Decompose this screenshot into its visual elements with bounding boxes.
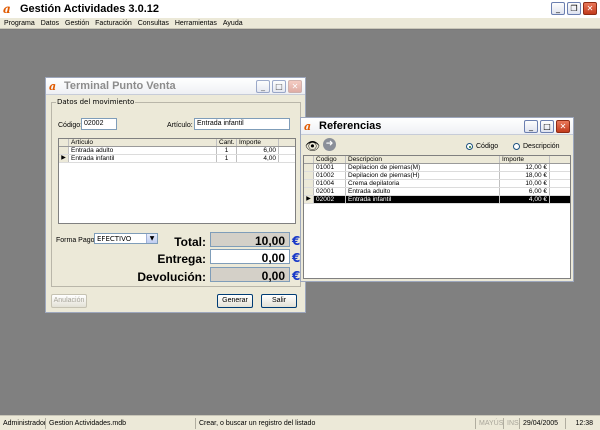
close-icon[interactable]: ✕ — [556, 120, 570, 133]
maximize-icon[interactable]: □ — [272, 80, 286, 93]
minimize-icon[interactable]: _ — [524, 120, 538, 133]
menu-ayuda[interactable]: Ayuda — [220, 20, 246, 27]
articulo-label: Artículo: — [167, 122, 193, 129]
total-label: Total: — [174, 235, 206, 249]
devolucion-label: Devolución: — [137, 270, 206, 284]
minimize-icon[interactable]: _ — [551, 2, 565, 15]
col-importe: Importe — [500, 156, 550, 163]
entrega-label: Entrega: — [157, 252, 206, 266]
col-articulo: Artículo — [69, 139, 217, 146]
referencias-window: a Referencias _ □ ✕ 👁 ➜ Código Descripci… — [300, 117, 574, 282]
col-cant: Cant. — [217, 139, 237, 146]
table-row[interactable]: 01004 Crema depilatoria 10,00 € — [304, 180, 570, 188]
salir-button[interactable]: Salir — [261, 294, 297, 308]
restore-icon[interactable]: ❐ — [567, 2, 581, 15]
devolucion-value: 0,00 — [210, 267, 290, 283]
forma-pago-value: EFECTIVO — [97, 235, 132, 243]
maximize-icon[interactable]: □ — [540, 120, 554, 133]
radio-descripcion-label: Descripción — [523, 143, 560, 150]
status-date: 29/04/2005 — [520, 417, 566, 429]
table-row[interactable]: 01002 Depilacion de piernas(H) 18,00 € — [304, 172, 570, 180]
referencias-logo-icon: a — [304, 119, 312, 133]
radio-descripcion-dot[interactable] — [513, 143, 520, 150]
app-title: Gestión Actividades 3.0.12 — [20, 3, 159, 15]
col-importe: Importe — [237, 139, 279, 146]
app-title-bar: a Gestión Actividades 3.0.12 _ ❐ ✕ — [0, 0, 600, 18]
menu-facturacion[interactable]: Facturación — [92, 20, 135, 27]
table-row[interactable]: 01001 Depilacion de piernas(M) 12,00 € — [304, 164, 570, 172]
status-user: Administrador — [0, 417, 46, 429]
forma-pago-select[interactable]: EFECTIVO ▼ — [94, 233, 158, 244]
menu-bar: Programa Datos Gestión Facturación Consu… — [0, 18, 600, 29]
row-pointer-icon: ▶ — [304, 196, 314, 203]
codigo-input[interactable]: 02002 — [81, 118, 117, 130]
status-bar: Administrador Gestion Actividades.mdb Cr… — [0, 415, 600, 430]
forward-arrow-icon[interactable]: ➜ — [323, 138, 336, 151]
menu-programa[interactable]: Programa — [0, 20, 38, 27]
row-pointer-icon: ▶ — [59, 155, 69, 162]
status-ins: INS — [504, 417, 520, 429]
table-row[interactable]: 02001 Entrada adulto 6,00 € — [304, 188, 570, 196]
status-time: 12:38 — [575, 419, 593, 427]
referencias-window-controls: _ □ ✕ — [524, 120, 570, 133]
terminal-title-bar: a Terminal Punto Venta _ □ ✕ — [46, 78, 305, 95]
row-selector — [59, 147, 69, 154]
status-mayus: MAYÚS — [476, 417, 504, 429]
menu-consultas[interactable]: Consultas — [135, 20, 172, 27]
movement-group-label: Datos del movimiento — [56, 98, 136, 106]
sale-items-grid[interactable]: Artículo Cant. Importe Entrada adulto 1 … — [58, 138, 296, 224]
radio-codigo-label: Código — [476, 143, 499, 150]
row-selector — [304, 164, 314, 171]
referencias-title-bar: a Referencias _ □ ✕ — [301, 118, 573, 135]
binoculars-icon[interactable]: 👁 — [305, 139, 320, 153]
close-icon[interactable]: ✕ — [583, 2, 597, 15]
chevron-down-icon[interactable]: ▼ — [146, 234, 157, 243]
status-database: Gestion Actividades.mdb — [46, 417, 196, 429]
col-codigo: Codigo — [314, 156, 346, 163]
total-value: 10,00 — [210, 232, 290, 248]
referencias-title: Referencias — [319, 120, 382, 132]
terminal-title: Terminal Punto Venta — [64, 80, 176, 92]
row-selector — [304, 172, 314, 179]
status-hint: Crear, o buscar un registro del listado — [196, 417, 476, 429]
minimize-icon[interactable]: _ — [256, 80, 270, 93]
grid-header: Codigo Descripcion Importe — [304, 156, 570, 164]
radio-codigo[interactable]: Código — [466, 143, 498, 150]
forma-pago-label: Forma Pago: — [56, 237, 97, 244]
entrega-input[interactable]: 0,00 — [210, 249, 290, 265]
app-logo-icon: a — [3, 2, 11, 16]
menu-datos[interactable]: Datos — [38, 20, 62, 27]
row-selector — [304, 180, 314, 187]
codigo-label: Código: — [58, 122, 83, 129]
col-descripcion: Descripcion — [346, 156, 500, 163]
menu-gestion[interactable]: Gestión — [62, 20, 92, 27]
terminal-logo-icon: a — [49, 79, 57, 93]
table-row[interactable]: Entrada adulto 1 6,00 — [59, 147, 295, 155]
app-window-controls: _ ❐ ✕ — [551, 2, 597, 15]
grid-header: Artículo Cant. Importe — [59, 139, 295, 147]
anulacion-button[interactable]: Anulación — [51, 294, 87, 308]
table-row-selected[interactable]: ▶ 02002 Entrada infantil 4,00 € — [304, 196, 570, 204]
row-selector — [304, 188, 314, 195]
radio-codigo-dot[interactable] — [466, 143, 473, 150]
referencias-grid[interactable]: Codigo Descripcion Importe 01001 Depilac… — [303, 155, 571, 279]
close-icon[interactable]: ✕ — [288, 80, 302, 93]
table-row[interactable]: ▶ Entrada infantil 1 4,00 — [59, 155, 295, 163]
terminal-window: a Terminal Punto Venta _ □ ✕ Datos del m… — [45, 77, 306, 313]
terminal-window-controls: _ □ ✕ — [256, 80, 302, 93]
generar-button[interactable]: Generar — [217, 294, 253, 308]
menu-herramientas[interactable]: Herramientas — [172, 20, 220, 27]
articulo-input[interactable]: Entrada infantil — [194, 118, 290, 130]
radio-descripcion[interactable]: Descripción — [513, 143, 560, 150]
